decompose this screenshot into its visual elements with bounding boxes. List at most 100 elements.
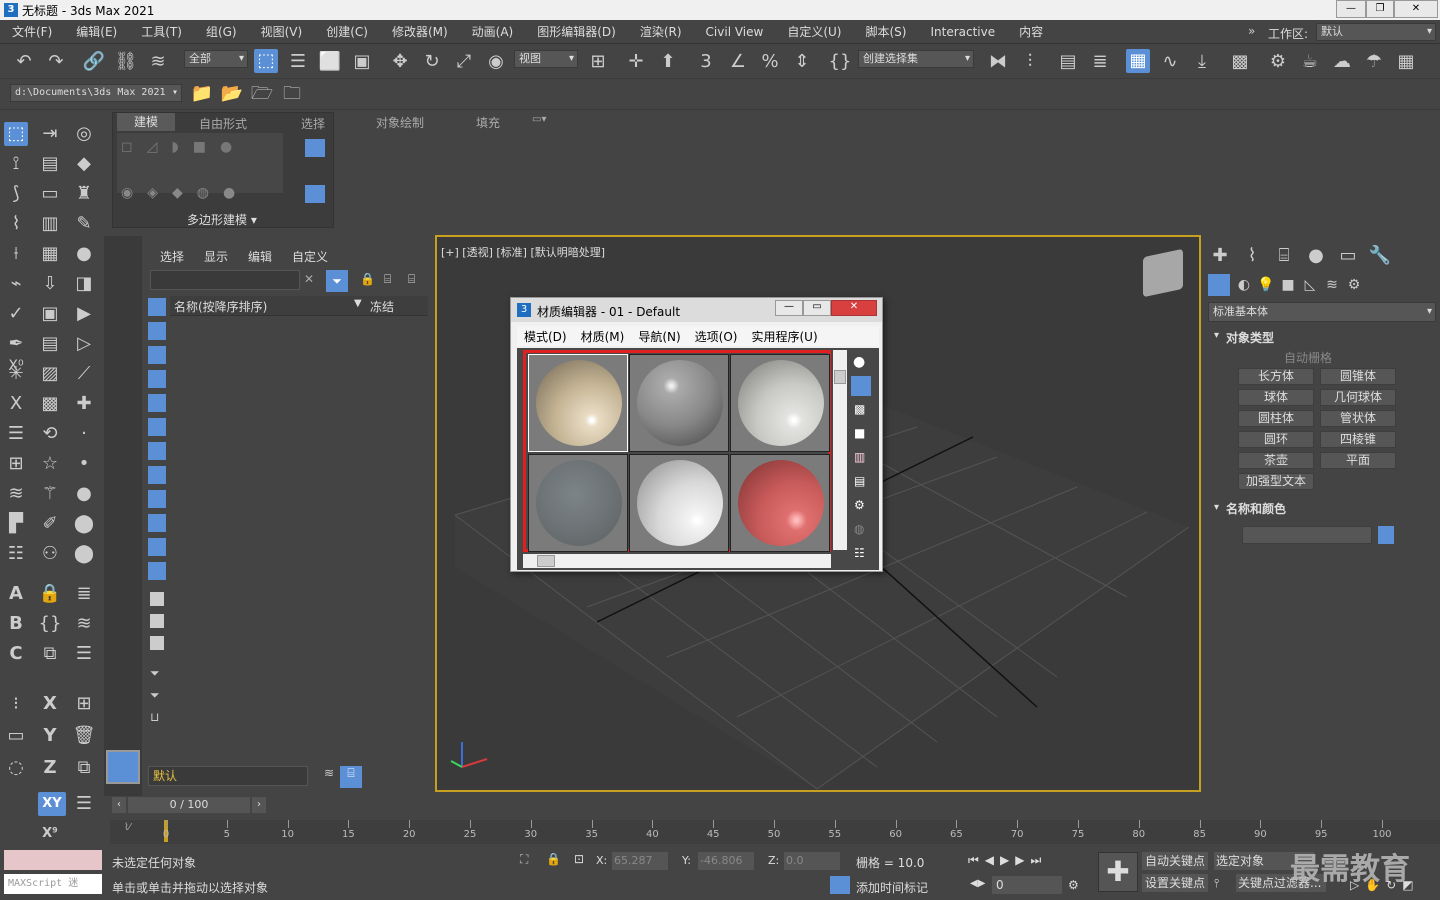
- uv-tiling-icon[interactable]: ■: [854, 426, 865, 440]
- rollout-object-type[interactable]: 对象类型: [1226, 329, 1274, 346]
- sample-slot-3[interactable]: [730, 354, 830, 452]
- paint-icon[interactable]: ✎: [72, 212, 96, 236]
- grid-icon[interactable]: ▩: [38, 392, 62, 416]
- graph-icon[interactable]: ⌁: [4, 272, 28, 296]
- cone-button[interactable]: 圆锥体: [1320, 368, 1396, 385]
- display-groups-icon[interactable]: [148, 442, 166, 460]
- key-mode-icon[interactable]: ◀▶: [970, 878, 985, 889]
- select-by-name-icon[interactable]: ☰: [286, 50, 310, 74]
- cylinder-button[interactable]: 圆柱体: [1238, 410, 1314, 427]
- ribbon-side-tool-icon[interactable]: [305, 139, 325, 157]
- filter-funnel-alt-icon[interactable]: ⏷: [150, 688, 160, 703]
- minimize-button[interactable]: —: [1336, 0, 1366, 18]
- horizontal-scroll-thumb[interactable]: [537, 555, 555, 567]
- shapes-icon[interactable]: ◆: [72, 152, 96, 176]
- menu-rendering[interactable]: 渲染(R): [628, 23, 694, 40]
- time-slider[interactable]: 0 / 100: [128, 797, 250, 813]
- mat-menu-utilities[interactable]: 实用程序(U): [751, 328, 817, 345]
- render-cloud-icon[interactable]: ☂: [1362, 50, 1386, 74]
- move-icon[interactable]: ✥: [388, 50, 412, 74]
- a360-gallery-icon[interactable]: ▦: [1394, 50, 1418, 74]
- display-xrefs-icon[interactable]: [148, 466, 166, 484]
- rollout-toggle-icon[interactable]: ▾: [1214, 330, 1219, 341]
- create-tab-icon[interactable]: ✚: [1208, 244, 1232, 268]
- keyboard-shortcut-icon[interactable]: ⬆: [656, 50, 680, 74]
- stack-icon[interactable]: ▦: [38, 242, 62, 266]
- explorer-tab-customize[interactable]: 自定义: [292, 248, 328, 265]
- clip-icon[interactable]: ▷: [72, 332, 96, 356]
- dotted-circle-icon[interactable]: ◌: [4, 756, 28, 780]
- geosphere-button[interactable]: 几何球体: [1320, 389, 1396, 406]
- brush-icon[interactable]: ✐: [38, 512, 62, 536]
- utilities-tab-icon[interactable]: 🔧: [1368, 244, 1392, 268]
- select-manipulate-icon[interactable]: ✛: [624, 50, 648, 74]
- stack-layers-icon[interactable]: ≋: [4, 482, 28, 506]
- reference-coord-select[interactable]: 视图: [514, 50, 578, 68]
- ribbon-tab-modeling[interactable]: 建模: [117, 113, 175, 131]
- letter-b-icon[interactable]: B: [4, 612, 28, 636]
- ribbon-options-icon[interactable]: ▭▾: [532, 114, 546, 125]
- slots-horizontal-scrollbar[interactable]: [523, 554, 831, 568]
- lasso-icon[interactable]: ⟟: [4, 152, 28, 176]
- list-icon[interactable]: ☰: [4, 422, 28, 446]
- display-containers-icon[interactable]: [148, 514, 166, 532]
- display-helpers-icon[interactable]: [148, 394, 166, 412]
- display-visibility-icon[interactable]: [148, 562, 166, 580]
- loop-icon[interactable]: ⟲: [38, 422, 62, 446]
- column-freeze[interactable]: 冻结: [370, 298, 394, 315]
- film-icon[interactable]: ◨: [72, 272, 96, 296]
- export-icon[interactable]: ⇩: [38, 272, 62, 296]
- export-folder-icon[interactable]: 🗀: [280, 82, 304, 106]
- axis-x-icon[interactable]: X: [38, 692, 62, 716]
- polygon-tools-row1[interactable]: ◻◿◗■●: [121, 139, 246, 155]
- isolate-icon[interactable]: ⛶: [520, 852, 528, 867]
- box-icon[interactable]: ▭: [38, 182, 62, 206]
- display-all-icon[interactable]: [150, 592, 164, 606]
- auto-key-button[interactable]: 自动关键点: [1142, 852, 1208, 870]
- unlink-icon[interactable]: ⛓: [114, 50, 138, 74]
- mat-close-button[interactable]: ✕: [831, 300, 877, 316]
- helpers-category-icon[interactable]: ◺: [1298, 273, 1322, 297]
- key-filter-icon[interactable]: ⫯: [1214, 876, 1219, 891]
- circle-solid-icon[interactable]: ⬤: [72, 542, 96, 566]
- track-bar[interactable]: ⌇⁄ 0 5 10 15 20 25 30 35 40 45 50 55 60 65 70 75 80 85 90 9…: [110, 820, 1440, 844]
- options-icon[interactable]: ⚙: [854, 498, 865, 512]
- display-none-icon[interactable]: [150, 614, 164, 628]
- menu-content[interactable]: 内容: [1007, 23, 1055, 40]
- schematic-view-icon[interactable]: ⤓: [1190, 50, 1214, 74]
- layers-add-icon[interactable]: ⊞: [72, 692, 96, 716]
- select-icon[interactable]: ⬚: [4, 122, 28, 146]
- motion-tab-icon[interactable]: ●: [1304, 244, 1328, 268]
- ribbon-tab-populate[interactable]: 填充: [476, 114, 500, 131]
- menu-graph-editors[interactable]: 图形编辑器(D): [525, 23, 628, 40]
- link-icon[interactable]: 🔗: [82, 50, 106, 74]
- pyramid-button[interactable]: 四棱锥: [1320, 431, 1396, 448]
- close-button[interactable]: ✕: [1394, 0, 1438, 18]
- mat-minimize-button[interactable]: —: [775, 300, 803, 316]
- systems-category-icon[interactable]: ⚙: [1342, 273, 1366, 297]
- x-coord-input[interactable]: 65.287: [612, 852, 668, 870]
- layers-stack-icon[interactable]: ≋: [72, 612, 96, 636]
- filter-funnel-icon[interactable]: ⏷: [150, 666, 160, 681]
- hierarchy-tab-icon[interactable]: ⌸: [1272, 244, 1296, 268]
- playback-controls[interactable]: ⏮◀▶▶⏭: [968, 853, 1047, 868]
- sphere-button[interactable]: 球体: [1238, 389, 1314, 406]
- text-plus-button[interactable]: 加强型文本: [1238, 473, 1314, 490]
- viewport-icon[interactable]: ◎: [72, 122, 96, 146]
- add-layer-icon[interactable]: ⊞: [4, 452, 28, 476]
- save-icon[interactable]: ▨: [38, 362, 62, 386]
- rect-selection-icon[interactable]: ⬜: [318, 50, 342, 74]
- save-folder-icon[interactable]: 🗁: [250, 82, 274, 106]
- display-lights-icon[interactable]: [148, 346, 166, 364]
- sample-slot-1[interactable]: [528, 354, 628, 452]
- time-config-icon[interactable]: ⚙: [1068, 878, 1079, 892]
- axis-x-constraint-icon[interactable]: X⁹: [38, 822, 62, 846]
- plus-icon[interactable]: ✚: [72, 392, 96, 416]
- sphere-tool-icon[interactable]: ●: [72, 242, 96, 266]
- viewcube-icon[interactable]: [1143, 248, 1183, 298]
- ribbon-tab-freeform[interactable]: 自由形式: [199, 115, 247, 132]
- background-icon[interactable]: ▩: [854, 402, 865, 416]
- trash-icon[interactable]: 🗑: [72, 724, 96, 748]
- torus-button[interactable]: 圆环: [1238, 431, 1314, 448]
- autogrid-checkbox[interactable]: 自动栅格: [1284, 349, 1332, 366]
